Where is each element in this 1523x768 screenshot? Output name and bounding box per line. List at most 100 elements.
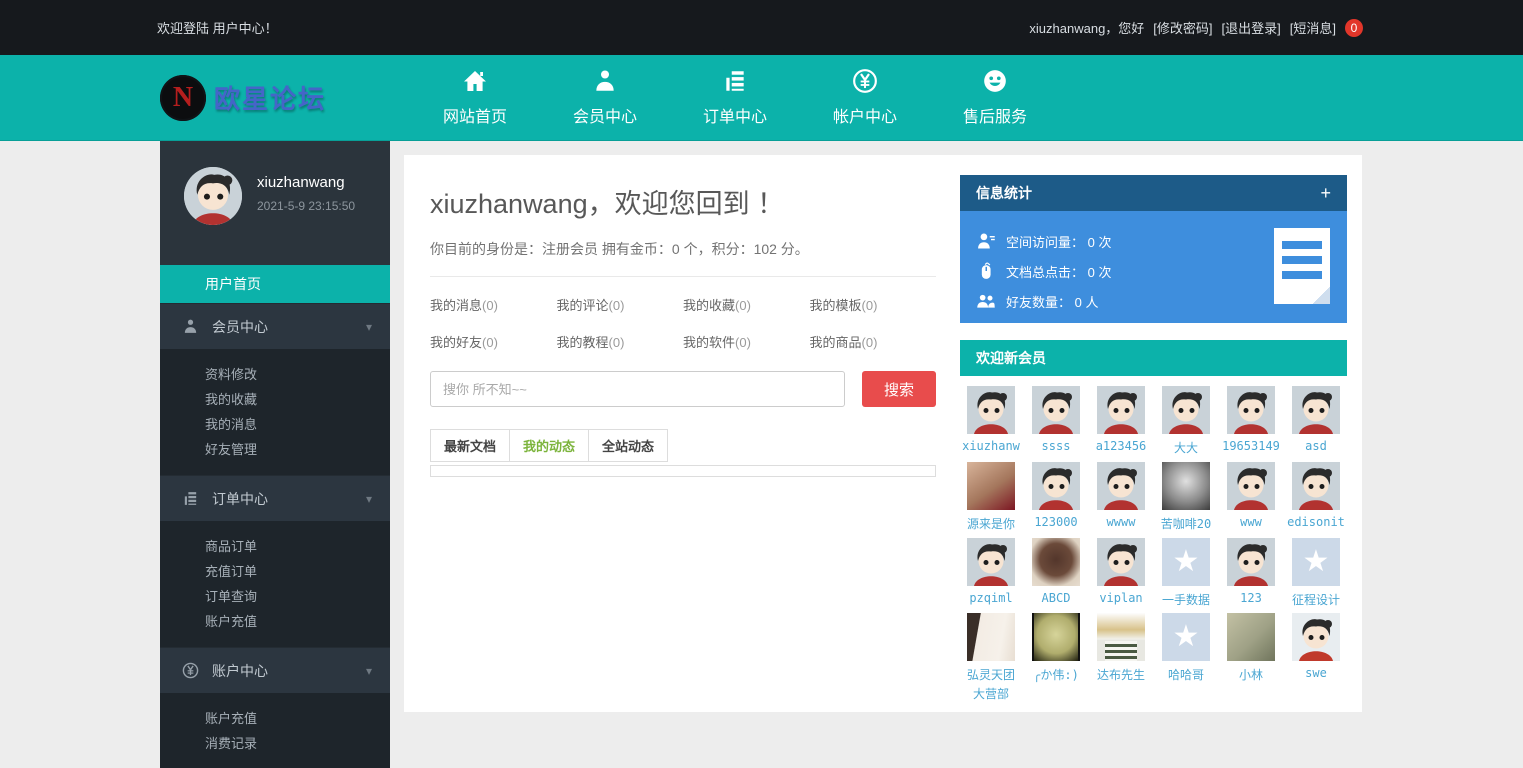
nav-item-2[interactable]: 订单中心 — [670, 68, 800, 127]
tab-0[interactable]: 最新文档 — [430, 429, 510, 462]
member-13[interactable]: ABCD — [1025, 538, 1087, 612]
content-card: xiuzhanwang，欢迎您回到 ！ 你目前的身份是：注册会员 拥有金币：0 … — [404, 155, 1362, 712]
member-avatar — [1097, 386, 1145, 434]
sidebar-subitem[interactable]: 我的收藏 — [160, 387, 390, 412]
profile-avatar[interactable] — [184, 167, 242, 225]
member-5[interactable]: asd — [1285, 386, 1347, 460]
tab-1[interactable]: 我的动态 — [509, 429, 589, 462]
tab-2[interactable]: 全站动态 — [588, 429, 668, 462]
member-6[interactable]: 源来是你 — [960, 462, 1022, 536]
quick-link-0[interactable]: 我的消息(0) — [430, 287, 557, 324]
member-14[interactable]: viplan — [1090, 538, 1152, 612]
visitor-icon — [976, 231, 996, 251]
quick-link-label: 我的收藏 — [683, 298, 735, 313]
member-4[interactable]: 19653149 — [1220, 386, 1282, 460]
sidebar-subitem[interactable]: 我的消息 — [160, 412, 390, 437]
profile-last-login: 2021-5-9 23:15:50 — [257, 199, 355, 213]
quick-link-count: (0) — [735, 335, 751, 350]
member-2[interactable]: a123456 — [1090, 386, 1152, 460]
member-16[interactable]: 123 — [1220, 538, 1282, 612]
quick-link-3[interactable]: 我的模板(0) — [810, 287, 937, 324]
member-18[interactable]: 弘灵天团大营部 — [960, 613, 1022, 706]
member-10[interactable]: www — [1220, 462, 1282, 536]
quick-link-5[interactable]: 我的教程(0) — [557, 324, 684, 361]
member-20[interactable]: 达布先生 — [1090, 613, 1152, 706]
member-name: 弘灵天团 — [960, 666, 1022, 683]
sidebar-subitem[interactable]: 账户充值 — [160, 706, 390, 731]
member-name: viplan — [1090, 591, 1152, 605]
topbar-greeting: xiuzhanwang，您好 — [1029, 18, 1144, 37]
member-name: xiuzhanw — [960, 439, 1022, 453]
member-avatar — [1097, 613, 1145, 661]
member-3[interactable]: 大大 — [1155, 386, 1217, 460]
topbar-link-2[interactable]: [短消息] — [1290, 18, 1336, 37]
quick-link-count: (0) — [482, 298, 498, 313]
member-21[interactable]: ★哈哈哥 — [1155, 613, 1217, 706]
member-12[interactable]: pzqiml — [960, 538, 1022, 612]
member-avatar — [1032, 386, 1080, 434]
friends-icon — [976, 291, 996, 311]
topbar-link-1[interactable]: [退出登录] — [1222, 18, 1281, 37]
sidebar-section-label: 账户中心 — [212, 661, 268, 681]
member-avatar — [1292, 462, 1340, 510]
sidebar-sublist-2: 账户充值消费记录 — [160, 693, 390, 768]
member-name: edisonit — [1285, 515, 1347, 529]
sidebar-subitem[interactable]: 好友管理 — [160, 437, 390, 462]
nav-item-label: 帐户中心 — [800, 103, 930, 127]
member-avatar — [1227, 538, 1275, 586]
expand-plus-icon[interactable]: + — [1320, 183, 1331, 204]
member-8[interactable]: wwww — [1090, 462, 1152, 536]
stat-label: 文档总点击： 0 次 — [1006, 262, 1111, 281]
member-0[interactable]: xiuzhanw — [960, 386, 1022, 460]
sidebar-subitem[interactable]: 充值订单 — [160, 559, 390, 584]
sidebar-subitem[interactable]: 消费记录 — [160, 731, 390, 756]
sidebar-subitem[interactable]: 账户充值 — [160, 609, 390, 634]
quick-link-6[interactable]: 我的软件(0) — [683, 324, 810, 361]
member-9[interactable]: 苦咖啡20 — [1155, 462, 1217, 536]
member-name: asd — [1285, 439, 1347, 453]
member-name: swe — [1285, 666, 1347, 680]
sidebar-section-label: 会员中心 — [212, 317, 268, 337]
sidebar-subitem[interactable]: 资料修改 — [160, 362, 390, 387]
sidebar-subitem[interactable]: 商品订单 — [160, 534, 390, 559]
sidebar-section-0[interactable]: 会员中心▾ — [160, 303, 390, 349]
member-icon — [182, 318, 199, 335]
member-11[interactable]: edisonit — [1285, 462, 1347, 536]
member-name: 123000 — [1025, 515, 1087, 529]
sidebar-section-1[interactable]: 订单中心▾ — [160, 475, 390, 521]
member-15[interactable]: ★一手数据 — [1155, 538, 1217, 612]
search-row: 搜索 — [430, 371, 936, 407]
main-column: xiuzhanwang，欢迎您回到 ！ 你目前的身份是：注册会员 拥有金币：0 … — [430, 155, 936, 477]
message-count-badge[interactable]: 0 — [1345, 19, 1363, 37]
nav-item-3[interactable]: 帐户中心 — [800, 68, 930, 127]
nav-item-4[interactable]: 售后服务 — [930, 68, 1060, 127]
sidebar-section-label: 订单中心 — [212, 489, 268, 509]
logo-text: 欧星论坛 — [214, 79, 326, 116]
member-23[interactable]: swe — [1285, 613, 1347, 706]
topbar-links: [修改密码] [退出登录] [短消息] — [1153, 18, 1336, 37]
stats-panel-title: 信息统计 — [976, 183, 1032, 203]
nav-item-1[interactable]: 会员中心 — [540, 68, 670, 127]
member-22[interactable]: 小林 — [1220, 613, 1282, 706]
stats-panel-body: 空间访问量： 0 次文档总点击： 0 次好友数量： 0 人 — [960, 211, 1347, 323]
member-1[interactable]: ssss — [1025, 386, 1087, 460]
sidebar-subitem[interactable]: 订单查询 — [160, 584, 390, 609]
member-name: a123456 — [1090, 439, 1152, 453]
site-logo[interactable]: N 欧星论坛 — [160, 75, 410, 121]
member-19[interactable]: ╭か伟:) — [1025, 613, 1087, 706]
nav-item-0[interactable]: 网站首页 — [410, 68, 540, 127]
member-17[interactable]: ★征程设计 — [1285, 538, 1347, 612]
search-button[interactable]: 搜索 — [862, 371, 936, 407]
member-avatar — [1032, 613, 1080, 661]
order-icon — [670, 68, 800, 94]
search-input[interactable] — [430, 371, 845, 407]
quick-link-7[interactable]: 我的商品(0) — [810, 324, 937, 361]
sidebar-section-2[interactable]: 账户中心▾ — [160, 647, 390, 693]
member-avatar — [1227, 386, 1275, 434]
topbar-link-0[interactable]: [修改密码] — [1153, 18, 1212, 37]
quick-link-2[interactable]: 我的收藏(0) — [683, 287, 810, 324]
quick-link-1[interactable]: 我的评论(0) — [557, 287, 684, 324]
member-7[interactable]: 123000 — [1025, 462, 1087, 536]
quick-link-4[interactable]: 我的好友(0) — [430, 324, 557, 361]
sidebar-item-user-home[interactable]: 用户首页 — [160, 265, 390, 303]
